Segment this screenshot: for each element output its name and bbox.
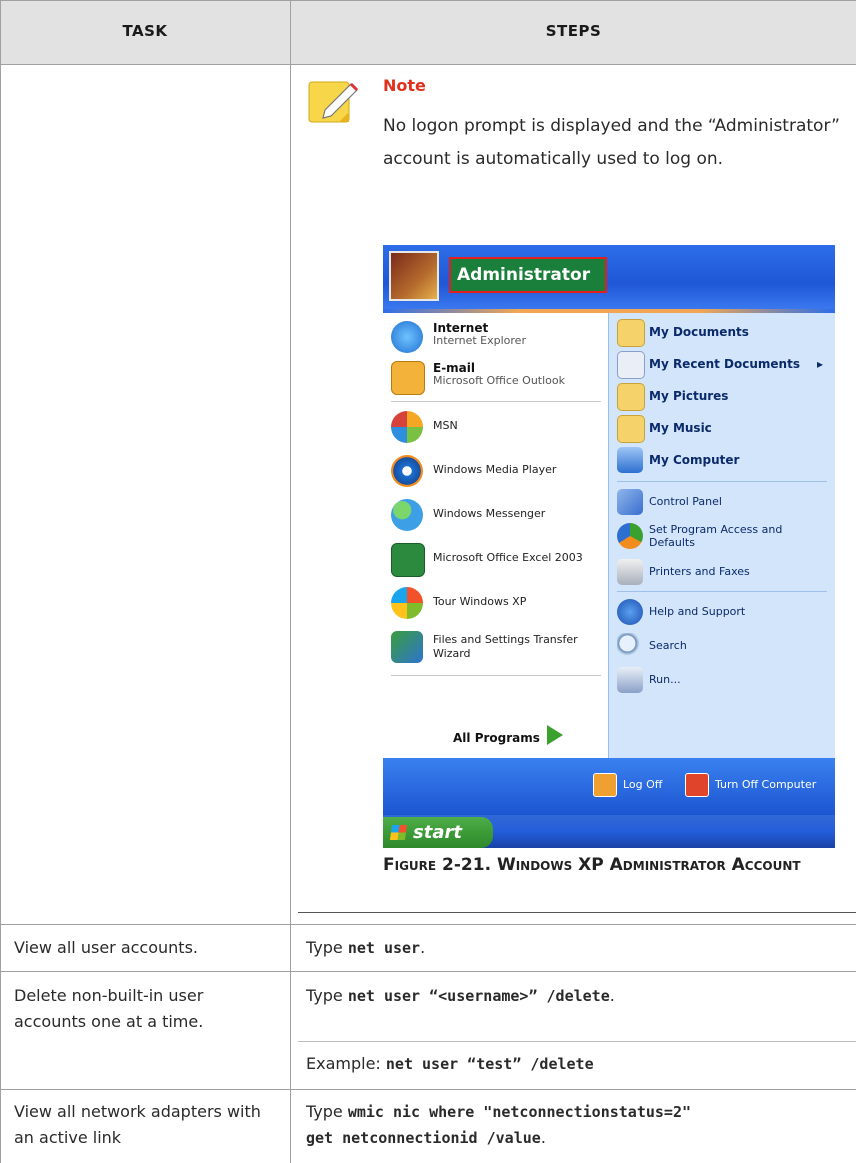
note-text: No logon prompt is displayed and the “Ad… (383, 116, 840, 169)
header-task: Task (122, 22, 168, 40)
excel-icon (391, 543, 425, 577)
row-task-delete-users: Delete non-built-in user accounts one at… (14, 986, 204, 1031)
left-separator-bottom (391, 675, 601, 676)
chess-avatar-icon (389, 251, 439, 301)
msn-icon (391, 411, 423, 443)
recent-documents-icon (617, 351, 645, 379)
menu-item-messenger[interactable]: Windows Messenger (391, 497, 606, 533)
user-name-highlighted: Administrator (449, 257, 607, 293)
header-steps: Steps (545, 22, 602, 40)
pictures-icon (617, 383, 645, 411)
table-top-border (0, 0, 856, 1)
menu-item-internet[interactable]: Internet Internet Explorer (391, 319, 606, 355)
menu-item-program-access[interactable]: Set Program Access and Defaults (617, 521, 832, 551)
right-separator-2 (617, 591, 827, 592)
internet-explorer-icon (391, 321, 423, 353)
left-separator (391, 401, 601, 402)
menu-item-run[interactable]: Run... (617, 665, 832, 695)
row-border-3 (0, 1089, 856, 1090)
column-divider (290, 0, 291, 1163)
figure-caption: Figure 2-21. Windows XP Administrator Ac… (383, 855, 801, 875)
header-bottom-border (0, 64, 856, 65)
folder-icon (617, 319, 645, 347)
menu-item-email[interactable]: E-mail Microsoft Office Outlook (391, 359, 606, 395)
submenu-arrow-icon: ▸ (817, 357, 824, 371)
start-button[interactable]: start (383, 817, 493, 848)
printer-icon (617, 559, 643, 585)
control-panel-icon (617, 489, 643, 515)
xp-start-menu-figure: Administrator Internet Internet Explorer… (383, 245, 835, 848)
media-player-icon (391, 455, 423, 487)
menu-item-search[interactable]: Search (617, 631, 832, 661)
messenger-icon (391, 499, 423, 531)
music-icon (617, 415, 645, 443)
menu-item-tour[interactable]: Tour Windows XP (391, 585, 606, 621)
power-icon (685, 773, 709, 797)
row-steps-delete-users: Type net user “<username>” /delete. (306, 986, 615, 1005)
key-icon (593, 773, 617, 797)
menu-item-msn[interactable]: MSN (391, 409, 606, 445)
row-task-view-users: View all user accounts. (14, 938, 198, 957)
row-task-network-adapters: View all network adapters with an active… (14, 1102, 261, 1147)
windows-flag-icon (389, 825, 408, 840)
row-border-2 (0, 971, 856, 972)
run-icon (617, 667, 643, 693)
row-example-delete-users: Example: net user “test” /delete (306, 1054, 594, 1073)
menu-item-my-recent-documents[interactable]: My Recent Documents ▸ (617, 349, 832, 379)
program-access-icon (617, 523, 643, 549)
tour-icon (391, 587, 423, 619)
menu-item-my-pictures[interactable]: My Pictures (617, 381, 832, 411)
outlook-icon (391, 361, 425, 395)
right-separator (617, 481, 827, 482)
row-steps-view-users: Type net user. (306, 938, 426, 957)
menu-item-help[interactable]: Help and Support (617, 597, 832, 627)
start-menu-left-pane: Internet Internet Explorer E-mail Micros… (383, 313, 608, 758)
row-steps-network-adapters: Type wmic nic where "netconnectionstatus… (306, 1102, 692, 1147)
row-border-inner (298, 1041, 856, 1042)
search-icon (617, 633, 643, 659)
transfer-wizard-icon (391, 631, 423, 663)
note-title: Note (383, 76, 426, 95)
table-left-border (0, 0, 1, 1163)
menu-item-media-player[interactable]: Windows Media Player (391, 453, 606, 489)
row-border-1 (0, 924, 856, 925)
start-menu-right-pane: My Documents My Recent Documents ▸ My Pi… (608, 313, 835, 758)
menu-item-excel[interactable]: Microsoft Office Excel 2003 (391, 541, 606, 577)
menu-item-printers[interactable]: Printers and Faxes (617, 557, 832, 587)
menu-item-my-documents[interactable]: My Documents (617, 317, 832, 347)
menu-item-transfer-wizard[interactable]: Files and Settings Transfer Wizard (391, 629, 606, 665)
all-programs-arrow-icon (547, 725, 563, 745)
menu-item-my-computer[interactable]: My Computer (617, 445, 832, 475)
computer-icon (617, 447, 643, 473)
menu-item-control-panel[interactable]: Control Panel (617, 487, 832, 517)
menu-item-my-music[interactable]: My Music (617, 413, 832, 443)
help-icon (617, 599, 643, 625)
note-icon (307, 76, 363, 126)
caption-bottom-rule (298, 912, 856, 913)
